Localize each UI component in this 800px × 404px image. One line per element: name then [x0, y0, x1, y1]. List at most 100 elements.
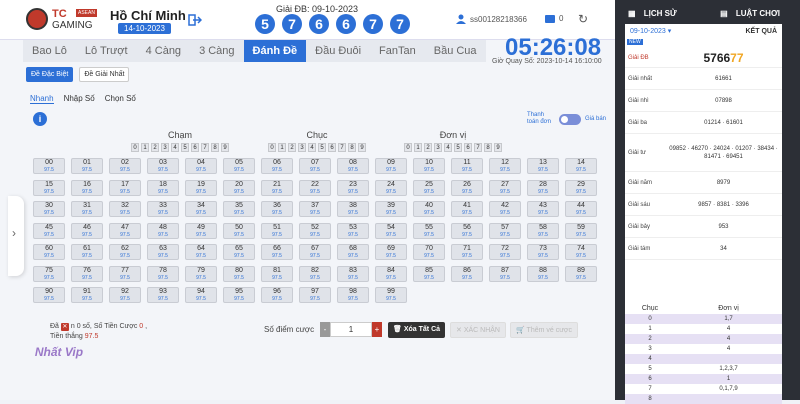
number-cell[interactable]: 05 97.5 — [223, 158, 255, 174]
number-cell[interactable]: 36 97.5 — [261, 201, 293, 217]
side-drawer-handle[interactable]: › — [8, 196, 24, 276]
digit-button[interactable]: 7 — [201, 143, 209, 152]
digit-button[interactable]: 9 — [221, 143, 229, 152]
number-cell[interactable]: 95 97.5 — [223, 287, 255, 303]
digit-button[interactable]: 8 — [348, 143, 356, 152]
number-cell[interactable]: 06 97.5 — [261, 158, 293, 174]
digit-button[interactable]: 1 — [278, 143, 286, 152]
digit-button[interactable]: 8 — [211, 143, 219, 152]
number-cell[interactable]: 12 97.5 — [489, 158, 521, 174]
number-cell[interactable]: 09 97.5 — [375, 158, 407, 174]
number-cell[interactable]: 55 97.5 — [413, 222, 445, 239]
rules-button[interactable]: ▤ LUẬT CHƠI — [714, 6, 792, 22]
digit-button[interactable]: 1 — [141, 143, 149, 152]
number-cell[interactable]: 90 97.5 — [33, 287, 65, 303]
number-cell[interactable]: 54 97.5 — [375, 222, 407, 239]
region-name[interactable]: Hồ Chí Minh — [110, 8, 186, 23]
digit-button[interactable]: 2 — [424, 143, 432, 152]
number-cell[interactable]: 40 97.5 — [413, 201, 445, 217]
number-cell[interactable]: 41 97.5 — [451, 201, 483, 217]
digit-button[interactable]: 4 — [444, 143, 452, 152]
digit-button[interactable]: 9 — [358, 143, 366, 152]
mode-pick-number[interactable]: Chọn Số — [105, 94, 136, 104]
number-cell[interactable]: 01 97.5 — [71, 158, 103, 174]
number-cell[interactable]: 79 97.5 — [185, 265, 217, 282]
number-cell[interactable]: 57 97.5 — [489, 222, 521, 239]
number-cell[interactable]: 81 97.5 — [261, 265, 293, 282]
number-cell[interactable]: 46 97.5 — [71, 222, 103, 239]
number-cell[interactable]: 24 97.5 — [375, 179, 407, 196]
tab-dau-duoi[interactable]: Đầu Đuôi — [306, 40, 371, 62]
number-cell[interactable]: 83 97.5 — [337, 265, 369, 282]
digit-button[interactable]: 6 — [464, 143, 472, 152]
digit-button[interactable]: 5 — [454, 143, 462, 152]
digit-button[interactable]: 9 — [494, 143, 502, 152]
number-cell[interactable]: 72 97.5 — [489, 244, 521, 260]
number-cell[interactable]: 68 97.5 — [337, 244, 369, 260]
digit-button[interactable]: 6 — [191, 143, 199, 152]
digit-button[interactable]: 0 — [404, 143, 412, 152]
number-cell[interactable]: 10 97.5 — [413, 158, 445, 174]
number-cell[interactable]: 71 97.5 — [451, 244, 483, 260]
number-cell[interactable]: 61 97.5 — [71, 244, 103, 260]
number-cell[interactable]: 75 97.5 — [33, 265, 65, 282]
digit-button[interactable]: 5 — [318, 143, 326, 152]
tab-danh-de[interactable]: Đánh Đề — [243, 40, 307, 62]
number-cell[interactable]: 78 97.5 — [147, 265, 179, 282]
digit-button[interactable]: 0 — [268, 143, 276, 152]
number-cell[interactable]: 15 97.5 — [33, 179, 65, 196]
number-cell[interactable]: 33 97.5 — [147, 201, 179, 217]
number-cell[interactable]: 19 97.5 — [185, 179, 217, 196]
info-icon[interactable]: i — [33, 112, 47, 126]
points-input[interactable]: 1 — [330, 322, 372, 337]
number-cell[interactable]: 74 97.5 — [565, 244, 597, 260]
number-cell[interactable]: 94 97.5 — [185, 287, 217, 303]
number-cell[interactable]: 65 97.5 — [223, 244, 255, 260]
number-cell[interactable]: 38 97.5 — [337, 201, 369, 217]
number-cell[interactable]: 66 97.5 — [261, 244, 293, 260]
digit-button[interactable]: 6 — [328, 143, 336, 152]
number-cell[interactable]: 93 97.5 — [147, 287, 179, 303]
number-cell[interactable]: 86 97.5 — [451, 265, 483, 282]
number-cell[interactable]: 77 97.5 — [109, 265, 141, 282]
tab-bau-cua[interactable]: Bầu Cua — [424, 40, 486, 62]
number-cell[interactable]: 28 97.5 — [527, 179, 559, 196]
tab-lo-truot[interactable]: Lô Trượt — [75, 40, 137, 62]
number-cell[interactable]: 44 97.5 — [565, 201, 597, 217]
number-cell[interactable]: 62 97.5 — [109, 244, 141, 260]
tab-fantan[interactable]: FanTan — [370, 40, 425, 62]
digit-button[interactable]: 2 — [151, 143, 159, 152]
increment-button[interactable]: + — [372, 322, 382, 337]
number-cell[interactable]: 91 97.5 — [71, 287, 103, 303]
exit-icon[interactable] — [188, 14, 202, 26]
number-cell[interactable]: 02 97.5 — [109, 158, 141, 174]
number-cell[interactable]: 52 97.5 — [299, 222, 331, 239]
number-cell[interactable]: 42 97.5 — [489, 201, 521, 217]
number-cell[interactable]: 76 97.5 — [71, 265, 103, 282]
number-cell[interactable]: 99 97.5 — [375, 287, 407, 303]
number-cell[interactable]: 63 97.5 — [147, 244, 179, 260]
refresh-icon[interactable]: ↻ — [578, 12, 588, 26]
tab-4-cang[interactable]: 4 Càng — [136, 40, 191, 62]
number-cell[interactable]: 51 97.5 — [261, 222, 293, 239]
number-cell[interactable]: 20 97.5 — [223, 179, 255, 196]
results-date-select[interactable]: 09-10-2023 ▾ — [630, 24, 671, 39]
number-cell[interactable]: 70 97.5 — [413, 244, 445, 260]
number-cell[interactable]: 97 97.5 — [299, 287, 331, 303]
digit-button[interactable]: 0 — [131, 143, 139, 152]
digit-button[interactable]: 4 — [171, 143, 179, 152]
number-cell[interactable]: 85 97.5 — [413, 265, 445, 282]
number-cell[interactable]: 04 97.5 — [185, 158, 217, 174]
subtab-de-giai-nhat[interactable]: Đề Giải Nhất — [79, 67, 130, 82]
number-cell[interactable]: 11 97.5 — [451, 158, 483, 174]
number-cell[interactable]: 31 97.5 — [71, 201, 103, 217]
user-info[interactable]: ss00128218366 — [456, 14, 527, 24]
digit-button[interactable]: 2 — [288, 143, 296, 152]
number-cell[interactable]: 00 97.5 — [33, 158, 65, 174]
number-cell[interactable]: 27 97.5 — [489, 179, 521, 196]
number-cell[interactable]: 84 97.5 — [375, 265, 407, 282]
number-cell[interactable]: 88 97.5 — [527, 265, 559, 282]
number-cell[interactable]: 37 97.5 — [299, 201, 331, 217]
mode-quick[interactable]: Nhanh — [30, 94, 54, 104]
add-to-cart-button[interactable]: 🛒 Thêm vé cược — [510, 322, 578, 338]
